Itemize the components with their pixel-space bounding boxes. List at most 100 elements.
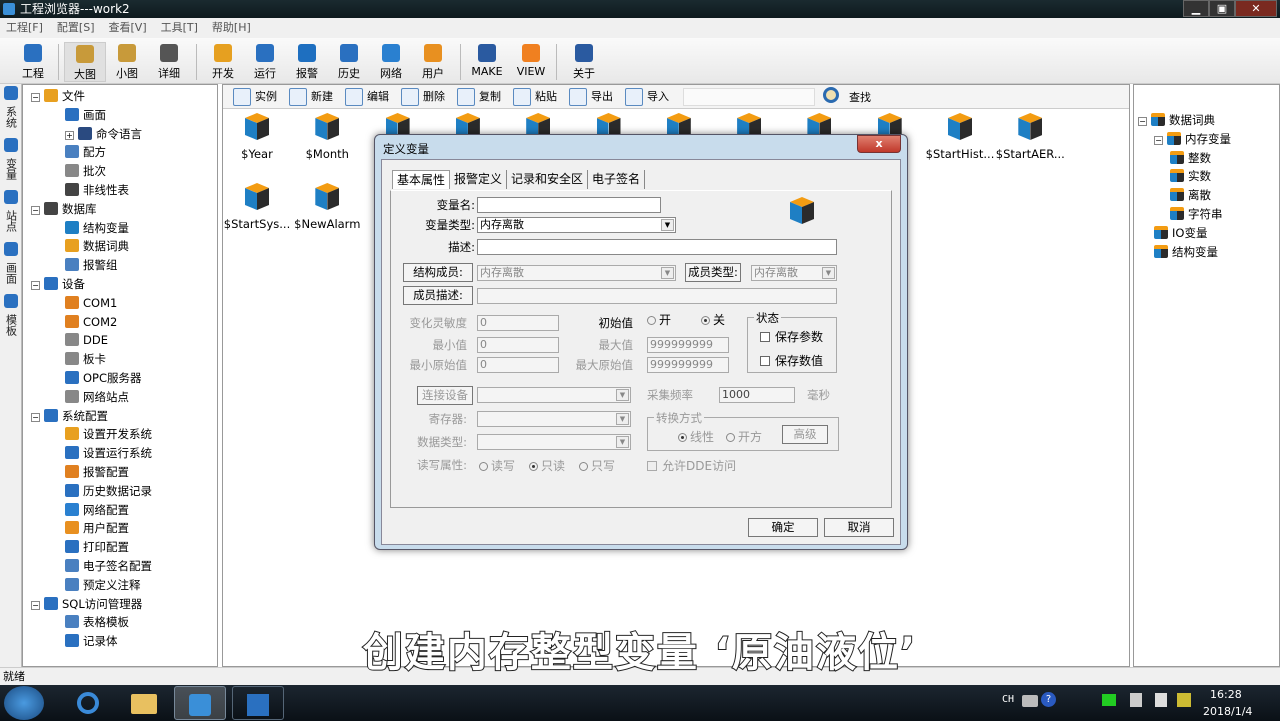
- start-button[interactable]: [4, 686, 44, 720]
- expand-toggle-icon[interactable]: −: [31, 412, 40, 422]
- variable-icon[interactable]: [312, 183, 342, 213]
- tree-item[interactable]: 网络配置: [23, 501, 217, 520]
- tree-item[interactable]: 设置运行系统: [23, 444, 217, 463]
- expand-toggle-icon[interactable]: −: [1138, 117, 1147, 126]
- rw-radio-2[interactable]: 只写: [579, 457, 615, 474]
- subtoolbar-button-3[interactable]: 删除: [401, 87, 445, 107]
- tree-item[interactable]: 画面: [23, 106, 217, 125]
- tree-item[interactable]: − SQL访问管理器: [23, 595, 217, 614]
- variable-icon[interactable]: [312, 113, 342, 143]
- network-warning-icon[interactable]: [1177, 693, 1191, 707]
- rw-radio-0[interactable]: 读写: [479, 457, 515, 474]
- min-raw-input[interactable]: 0: [477, 357, 559, 373]
- dictionary-tree-item[interactable]: − 内存变量: [1134, 130, 1279, 149]
- tree-item[interactable]: COM2: [23, 313, 217, 332]
- tree-item[interactable]: 批次: [23, 162, 217, 181]
- tree-item[interactable]: 打印配置: [23, 538, 217, 557]
- save-value-checkbox[interactable]: 保存数值: [760, 352, 823, 369]
- max-raw-input[interactable]: 999999999: [647, 357, 729, 373]
- vtab-3[interactable]: 画面: [0, 242, 21, 292]
- menu-item[interactable]: 查看[V]: [109, 18, 147, 38]
- tree-item[interactable]: − 数据库: [23, 200, 217, 219]
- advanced-button[interactable]: 高级: [782, 425, 828, 444]
- subtoolbar-button-4[interactable]: 复制: [457, 87, 501, 107]
- variable-icon[interactable]: [945, 113, 975, 143]
- tree-item[interactable]: 报警配置: [23, 463, 217, 482]
- subtoolbar-button-6[interactable]: 导出: [569, 87, 613, 107]
- dictionary-tree-item[interactable]: 字符串: [1134, 205, 1279, 224]
- tree-item[interactable]: 报警组: [23, 256, 217, 275]
- subtoolbar-button-2[interactable]: 编辑: [345, 87, 389, 107]
- var-type-select[interactable]: 内存离散 ▼: [477, 217, 676, 233]
- search-button[interactable]: 查找: [849, 89, 871, 105]
- cancel-button[interactable]: 取消: [824, 518, 894, 537]
- variable-label[interactable]: $StartSys...: [222, 217, 292, 231]
- toolbar-button-4[interactable]: 开发: [202, 42, 244, 82]
- taskbar-ie-icon[interactable]: [62, 686, 114, 720]
- tree-item[interactable]: 数据词典: [23, 237, 217, 256]
- subtoolbar-button-1[interactable]: 新建: [289, 87, 333, 107]
- expand-toggle-icon[interactable]: −: [31, 600, 40, 610]
- volume-muted-icon[interactable]: [1130, 693, 1142, 707]
- dialog-tab-2[interactable]: 记录和安全区: [507, 170, 589, 189]
- device-select[interactable]: ▼: [477, 387, 631, 403]
- toolbar-button-1[interactable]: 大图: [64, 42, 106, 82]
- expand-toggle-icon[interactable]: −: [31, 280, 40, 290]
- variable-icon[interactable]: [242, 113, 272, 143]
- variable-label[interactable]: $Year: [222, 147, 292, 161]
- tree-item[interactable]: − 文件: [23, 87, 217, 106]
- expand-toggle-icon[interactable]: −: [1154, 135, 1163, 145]
- dialog-tab-0[interactable]: 基本属性: [392, 170, 451, 189]
- language-indicator[interactable]: CH: [1002, 694, 1014, 705]
- tree-item[interactable]: 板卡: [23, 350, 217, 369]
- toolbar-button-10[interactable]: MAKE: [466, 42, 508, 82]
- expand-toggle-icon[interactable]: +: [65, 130, 74, 140]
- allow-dde-checkbox[interactable]: 允许DDE访问: [647, 457, 736, 474]
- toolbar-button-2[interactable]: 小图: [106, 42, 148, 82]
- tree-item[interactable]: 设置开发系统: [23, 425, 217, 444]
- variable-icon[interactable]: [1015, 113, 1045, 143]
- close-button[interactable]: ✕: [1235, 0, 1277, 17]
- tree-item[interactable]: DDE: [23, 331, 217, 350]
- tree-item[interactable]: 历史数据记录: [23, 482, 217, 501]
- var-name-input[interactable]: [477, 197, 661, 213]
- keyboard-icon[interactable]: [1022, 695, 1038, 707]
- dictionary-tree-item[interactable]: 实数: [1134, 167, 1279, 186]
- tree-item[interactable]: − 设备: [23, 275, 217, 294]
- dialog-tab-1[interactable]: 报警定义: [450, 170, 508, 189]
- variable-icon[interactable]: [242, 183, 272, 213]
- tray-app-icon[interactable]: [1102, 694, 1116, 706]
- variable-label[interactable]: $Month: [292, 147, 362, 161]
- init-off-radio[interactable]: 关: [701, 311, 725, 328]
- sensitivity-input[interactable]: 0: [477, 315, 559, 331]
- dictionary-tree-item[interactable]: 整数: [1134, 149, 1279, 168]
- tree-item[interactable]: − 系统配置: [23, 407, 217, 426]
- vtab-1[interactable]: 变量: [0, 138, 21, 188]
- menu-item[interactable]: 配置[S]: [57, 18, 95, 38]
- menu-item[interactable]: 工具[T]: [161, 18, 198, 38]
- min-input[interactable]: 0: [477, 337, 559, 353]
- tree-item[interactable]: 配方: [23, 143, 217, 162]
- clock-time[interactable]: 16:28: [1210, 688, 1242, 701]
- toolbar-button-0[interactable]: 工程: [12, 42, 54, 82]
- menu-item[interactable]: 工程[F]: [6, 18, 43, 38]
- tree-item[interactable]: 非线性表: [23, 181, 217, 200]
- max-input[interactable]: 999999999: [647, 337, 729, 353]
- tree-item[interactable]: 预定义注释: [23, 576, 217, 595]
- vtab-0[interactable]: 系统: [0, 86, 21, 136]
- ok-button[interactable]: 确定: [748, 518, 818, 537]
- tree-item[interactable]: 结构变量: [23, 219, 217, 238]
- toolbar-button-9[interactable]: 用户: [412, 42, 454, 82]
- rw-radio-1[interactable]: 只读: [529, 457, 565, 474]
- tree-item[interactable]: OPC服务器: [23, 369, 217, 388]
- minimize-button[interactable]: ▁: [1183, 0, 1209, 17]
- struct-member-select[interactable]: 内存离散 ▼: [477, 265, 676, 281]
- toolbar-button-8[interactable]: 网络: [370, 42, 412, 82]
- search-icon[interactable]: [823, 87, 839, 103]
- toolbar-button-12[interactable]: 关于: [563, 42, 605, 82]
- toolbar-button-7[interactable]: 历史: [328, 42, 370, 82]
- datatype-select[interactable]: ▼: [477, 434, 631, 450]
- subtoolbar-button-5[interactable]: 粘贴: [513, 87, 557, 107]
- save-param-checkbox[interactable]: 保存参数: [760, 328, 823, 345]
- register-select[interactable]: ▼: [477, 411, 631, 427]
